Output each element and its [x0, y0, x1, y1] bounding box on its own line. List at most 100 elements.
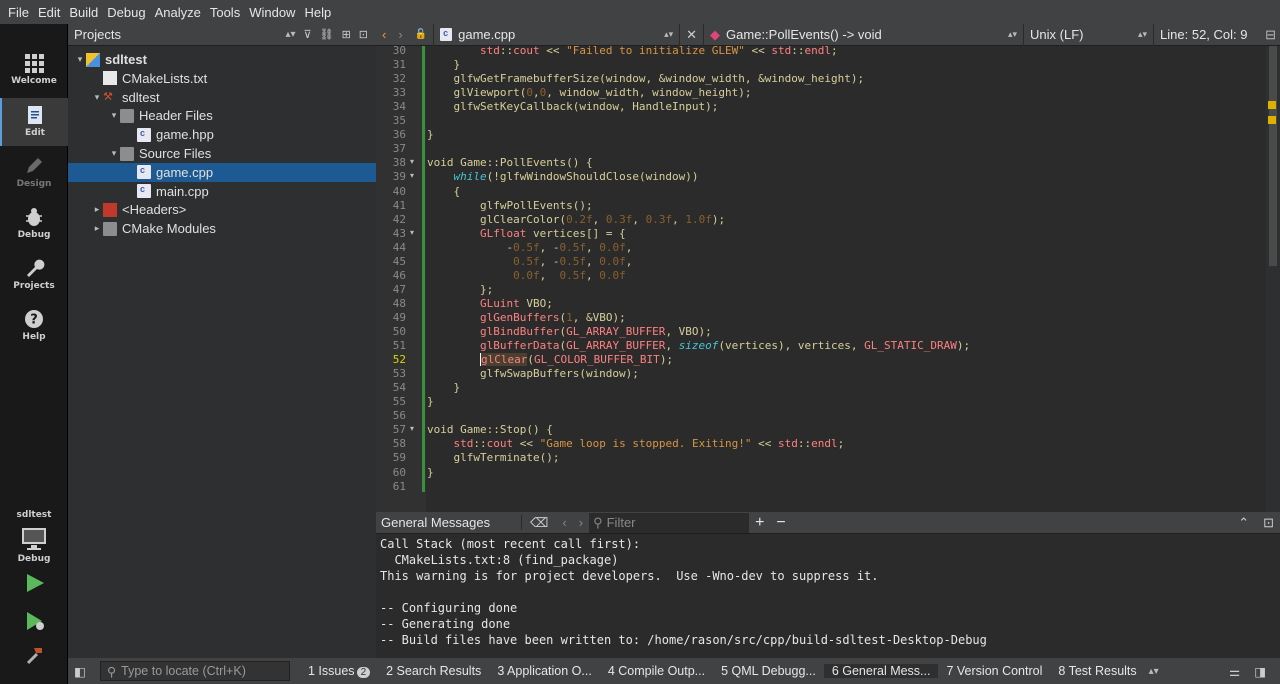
mode-projects[interactable]: Projects — [0, 251, 68, 299]
code-line: glfwPollEvents(); — [427, 198, 593, 212]
zoom-out-icon[interactable]: − — [770, 514, 791, 532]
output-pane-header: General Messages ⌫ ‹ › ⚲ Filter + − ⌃ ⊡ — [376, 512, 1280, 534]
kit-selector[interactable]: sdltest Debug — [0, 510, 68, 564]
tree-item[interactable]: CMakeLists.txt — [68, 69, 376, 88]
projects-pane-header: Projects ▴▾ ⊽ ⛓ ⊞ ⊡ — [68, 24, 376, 46]
output-tab[interactable]: 5 QML Debugg... — [713, 664, 824, 678]
output-line: CMakeLists.txt:8 (find_package) — [380, 553, 619, 567]
output-tab[interactable]: 2 Search Results — [378, 664, 489, 678]
tree-item[interactable]: ▾ Header Files — [68, 106, 376, 125]
toggle-right-sidebar-icon[interactable]: ◨ — [1254, 664, 1266, 679]
expand-arrow-icon[interactable]: ▾ — [74, 54, 86, 65]
build-hammer-icon[interactable] — [24, 644, 46, 666]
expand-arrow-icon[interactable]: ▾ — [91, 92, 103, 103]
hammer-icon: ⚒ — [103, 91, 113, 104]
pane-select-chevron-icon[interactable]: ▴▾ — [285, 29, 295, 40]
output-tab-label: 6 General Mess... — [831, 664, 931, 678]
code-area[interactable]: std::cout << "Failed to initialize GLEW"… — [376, 46, 1266, 512]
symbol-combo[interactable]: ◆ Game::PollEvents() -> void ▴▾ — [704, 23, 1025, 46]
cursor-position[interactable]: Line: 52, Col: 9 — [1154, 24, 1253, 46]
open-documents-combo[interactable]: game.cpp ▴▾ — [434, 23, 681, 46]
mode-design[interactable]: Design — [0, 149, 68, 197]
forward-arrow-icon[interactable]: › — [398, 27, 402, 42]
tree-item[interactable]: game.hpp — [68, 125, 376, 144]
warning-marker[interactable] — [1268, 116, 1276, 124]
split-editor-icon[interactable]: ⊟ — [1265, 27, 1280, 43]
warning-marker[interactable] — [1268, 101, 1276, 109]
expand-arrow-icon[interactable]: ▸ — [91, 204, 103, 215]
locator-input[interactable]: ⚲ Type to locate (Ctrl+K) — [100, 661, 290, 681]
tree-item[interactable]: ▾ sdltest — [68, 50, 376, 69]
tree-item[interactable]: ▾ Source Files — [68, 144, 376, 163]
search-icon: ⚲ — [593, 514, 603, 530]
tree-item-label: CMake Modules — [122, 221, 216, 237]
code-line: glClearColor(0.2f, 0.3f, 0.3f, 1.0f); — [427, 212, 726, 226]
progress-toggle-icon[interactable]: ⚌ — [1229, 664, 1240, 679]
code-line: } — [427, 395, 434, 409]
menu-edit[interactable]: Edit — [34, 5, 64, 20]
mode-edit-label: Edit — [25, 128, 45, 138]
run-icon[interactable] — [24, 572, 46, 594]
debug-run-icon[interactable] — [24, 610, 46, 632]
output-tab[interactable]: 7 Version Control — [938, 664, 1050, 678]
maximize-pane-icon[interactable]: ⌃ — [1230, 515, 1257, 531]
output-tab[interactable]: 3 Application O... — [489, 664, 600, 678]
zoom-in-icon[interactable]: + — [749, 514, 770, 532]
back-arrow-icon[interactable]: ‹ — [382, 27, 386, 42]
red-icon — [103, 202, 117, 217]
chevron-updown-icon[interactable]: ▴▾ — [1149, 666, 1159, 677]
expand-arrow-icon[interactable]: ▾ — [108, 148, 120, 159]
next-icon[interactable]: › — [573, 515, 589, 530]
scrollbar-thumb[interactable] — [1269, 46, 1277, 266]
output-tab[interactable]: 6 General Mess... — [823, 664, 939, 678]
folder-icon — [120, 146, 134, 161]
mode-debug[interactable]: Debug — [0, 200, 68, 248]
menu-window[interactable]: Window — [245, 5, 299, 20]
menu-analyze[interactable]: Analyze — [151, 5, 205, 20]
tree-item[interactable]: ▸ <Headers> — [68, 200, 376, 219]
tree-item[interactable]: ▸ CMake Modules — [68, 219, 376, 238]
output-tab-label: 7 Version Control — [946, 664, 1043, 678]
close-pane-icon[interactable]: ⊡ — [359, 28, 368, 41]
output-tab[interactable]: 1 Issues 2 — [300, 664, 378, 678]
menu-help[interactable]: Help — [300, 5, 335, 20]
output-tab-label: 2 Search Results — [386, 664, 482, 678]
code-line: 0.5f, -0.5f, 0.0f, — [513, 254, 633, 268]
close-document-icon[interactable]: ✕ — [680, 23, 705, 46]
menu-file[interactable]: File — [4, 5, 33, 20]
folder-icon — [103, 221, 117, 236]
link-icon[interactable]: ⛓ — [320, 28, 334, 41]
output-tab[interactable]: 8 Test Results — [1050, 664, 1144, 678]
chevron-updown-icon: ▴▾ — [1008, 29, 1018, 39]
filter-icon[interactable]: ⊽ — [304, 28, 312, 41]
toggle-sidebar-icon[interactable]: ◧ — [74, 664, 86, 679]
mode-edit[interactable]: Edit — [0, 98, 68, 146]
menu-build[interactable]: Build — [65, 5, 102, 20]
menu-debug[interactable]: Debug — [103, 5, 149, 20]
output-tab-label: 3 Application O... — [497, 664, 592, 678]
output-tab[interactable]: 4 Compile Outp... — [600, 664, 713, 678]
code-line: glfwTerminate(); — [427, 451, 560, 465]
grid-icon — [24, 54, 44, 73]
menu-tools[interactable]: Tools — [206, 5, 244, 20]
mode-help[interactable]: ? Help — [0, 302, 68, 350]
split-icon[interactable]: ⊞ — [342, 28, 351, 41]
filter-field[interactable]: ⚲ Filter — [589, 512, 750, 533]
mode-welcome[interactable]: Welcome — [0, 48, 68, 96]
output-tab-label: 4 Compile Outp... — [607, 664, 706, 678]
code-line: while(!glfwWindowShouldClose(window)) — [453, 170, 699, 184]
expand-arrow-icon[interactable]: ▾ — [108, 110, 120, 121]
clear-output-icon[interactable]: ⌫ — [522, 515, 556, 531]
tree-item[interactable]: ▾ ⚒ sdltest — [68, 88, 376, 107]
output-tab-label: 1 Issues — [308, 664, 355, 678]
expand-arrow-icon[interactable]: ▸ — [91, 223, 103, 234]
tree-item[interactable]: main.cpp — [68, 182, 376, 201]
output-text[interactable]: Call Stack (most recent call first): CMa… — [376, 534, 1280, 650]
monitor-icon — [22, 528, 46, 550]
close-pane-icon[interactable]: ⊡ — [1257, 515, 1280, 531]
code-line: glGenBuffers(1, &VBO); — [479, 310, 626, 324]
code-line: glfwGetFramebufferSize(window, &window_w… — [427, 72, 865, 86]
previous-icon[interactable]: ‹ — [556, 515, 572, 530]
line-ending-combo[interactable]: Unix (LF) ▴▾ — [1024, 23, 1155, 46]
tree-item[interactable]: game.cpp — [68, 162, 376, 182]
